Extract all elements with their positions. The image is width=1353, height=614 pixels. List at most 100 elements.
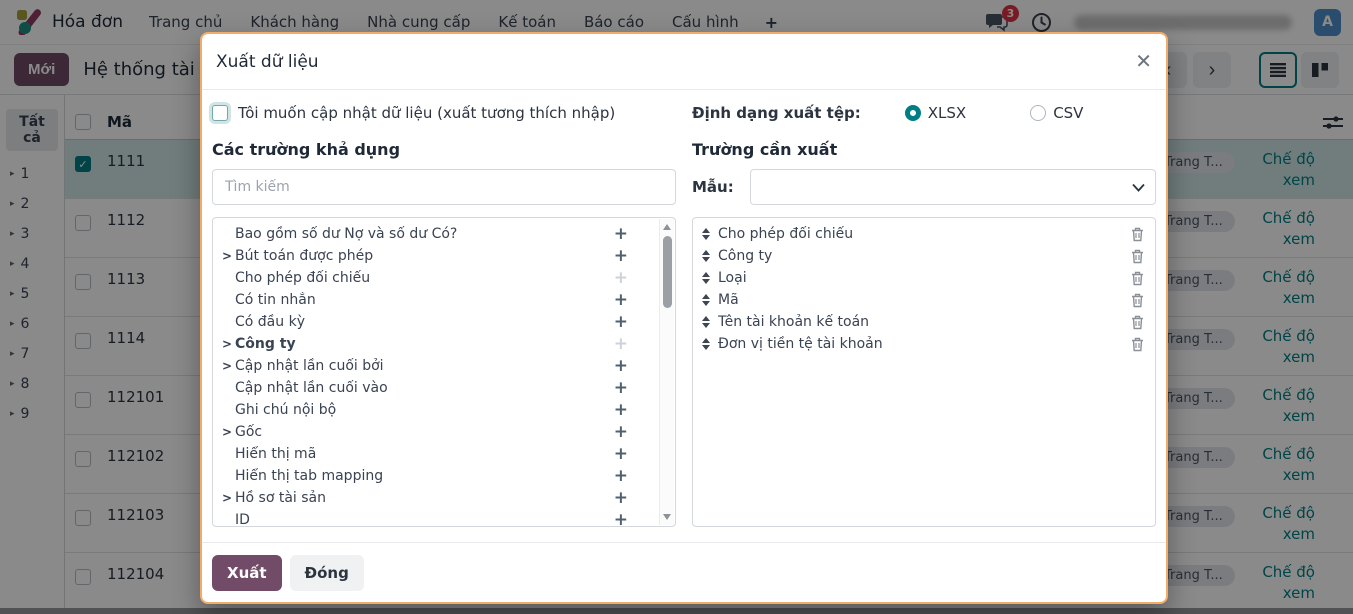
drag-sort-icon[interactable] (702, 250, 710, 262)
import-compatible-checkbox[interactable] (212, 105, 228, 121)
field-label: Công ty (235, 336, 614, 352)
available-fields-heading: Các trường khả dụng (212, 140, 676, 159)
add-field-icon[interactable]: + (614, 358, 628, 375)
export-field-item[interactable]: Mã (694, 289, 1154, 311)
export-field-label: Công ty (718, 248, 1131, 264)
field-label: ID (235, 512, 614, 527)
field-item[interactable]: >Hồ sơ tài sản+ (214, 487, 674, 509)
scrollbar[interactable] (659, 219, 674, 525)
chevron-down-icon (1132, 183, 1145, 192)
add-field-icon[interactable]: + (614, 248, 628, 265)
field-item[interactable]: Cho phép đối chiếu+ (214, 267, 674, 289)
remove-field-button[interactable] (1131, 337, 1144, 352)
dialog-title: Xuất dữ liệu (216, 52, 319, 72)
export-field-label: Đơn vị tiền tệ tài khoản (718, 336, 1131, 352)
dialog-header: Xuất dữ liệu ✕ (202, 34, 1166, 90)
export-fields-panel: Trường cần xuất Mẫu: (692, 126, 1156, 527)
export-field-label: Mã (718, 292, 1131, 308)
import-compatible-label: Tôi muốn cập nhật dữ liệu (xuất tương th… (238, 104, 615, 122)
field-item[interactable]: Bao gồm số dư Nợ và số dư Có?+ (214, 223, 674, 245)
export-format-group: Định dạng xuất tệp: XLSX CSV (692, 104, 1156, 122)
export-field-item[interactable]: Đơn vị tiền tệ tài khoản (694, 333, 1154, 355)
export-dialog: Xuất dữ liệu ✕ Tôi muốn cập nhật dữ liệu… (200, 32, 1168, 604)
add-field-icon[interactable]: + (614, 424, 628, 441)
field-item[interactable]: >Gốc+ (214, 421, 674, 443)
field-item[interactable]: Hiển thị tab mapping+ (214, 465, 674, 487)
remove-field-button[interactable] (1131, 249, 1144, 264)
export-format-label: Định dạng xuất tệp: (692, 104, 861, 122)
dialog-body: Tôi muốn cập nhật dữ liệu (xuất tương th… (202, 90, 1166, 542)
field-label: Ghi chú nội bộ (235, 402, 614, 418)
format-option-label: CSV (1053, 104, 1083, 122)
field-label: Có tin nhắn (235, 292, 614, 308)
add-field-icon[interactable]: + (614, 490, 628, 507)
field-item[interactable]: >Công ty+ (214, 333, 674, 355)
remove-field-button[interactable] (1131, 293, 1144, 308)
expand-caret-icon[interactable]: > (222, 491, 235, 505)
field-item[interactable]: ID+ (214, 509, 674, 527)
export-field-item[interactable]: Cho phép đối chiếu (694, 223, 1154, 245)
export-field-item[interactable]: Loại (694, 267, 1154, 289)
format-option-csv[interactable]: CSV (1030, 104, 1083, 122)
field-item[interactable]: Ghi chú nội bộ+ (214, 399, 674, 421)
field-label: Cho phép đối chiếu (235, 270, 614, 286)
close-button[interactable]: Đóng (290, 555, 364, 591)
export-field-item[interactable]: Tên tài khoản kế toán (694, 311, 1154, 333)
field-item[interactable]: Có đầu kỳ+ (214, 311, 674, 333)
field-item[interactable]: Cập nhật lần cuối vào+ (214, 377, 674, 399)
template-select[interactable] (750, 169, 1156, 205)
drag-sort-icon[interactable] (702, 272, 710, 284)
import-compatible-option: Tôi muốn cập nhật dữ liệu (xuất tương th… (212, 104, 676, 122)
field-item[interactable]: Có tin nhắn+ (214, 289, 674, 311)
format-option-xlsx[interactable]: XLSX (905, 104, 966, 122)
screen: Hóa đơn Trang chủ Khách hàng Nhà cung cấ… (0, 0, 1353, 614)
field-item[interactable]: >Cập nhật lần cuối bởi+ (214, 355, 674, 377)
export-fields-list: Cho phép đối chiếu Công ty Loại (692, 217, 1156, 527)
remove-field-button[interactable] (1131, 227, 1144, 242)
drag-sort-icon[interactable] (702, 338, 710, 350)
remove-field-button[interactable] (1131, 315, 1144, 330)
export-button[interactable]: Xuất (212, 555, 282, 591)
field-search-input[interactable] (212, 169, 676, 205)
add-field-icon-disabled: + (614, 270, 628, 287)
field-item[interactable]: >Bút toán được phép+ (214, 245, 674, 267)
scroll-thumb[interactable] (663, 236, 672, 308)
expand-caret-icon[interactable]: > (222, 425, 235, 439)
close-icon[interactable]: ✕ (1135, 52, 1152, 72)
drag-sort-icon[interactable] (702, 316, 710, 328)
export-field-item[interactable]: Công ty (694, 245, 1154, 267)
export-field-label: Loại (718, 270, 1131, 286)
radio-unselected-icon (1030, 105, 1046, 121)
export-field-label: Cho phép đối chiếu (718, 226, 1131, 242)
field-label: Hiển thị mã (235, 446, 614, 462)
add-field-icon[interactable]: + (614, 380, 628, 397)
field-label: Gốc (235, 424, 614, 440)
add-field-icon[interactable]: + (614, 512, 628, 528)
add-field-icon[interactable]: + (614, 292, 628, 309)
add-field-icon[interactable]: + (614, 402, 628, 419)
scroll-up-icon[interactable] (663, 224, 671, 230)
format-option-label: XLSX (928, 104, 966, 122)
add-field-icon[interactable]: + (614, 314, 628, 331)
scroll-down-icon[interactable] (663, 514, 671, 520)
expand-caret-icon[interactable]: > (222, 337, 235, 351)
add-field-icon[interactable]: + (614, 226, 628, 243)
trash-icon (1131, 249, 1144, 264)
drag-sort-icon[interactable] (702, 228, 710, 240)
export-fields-heading: Trường cần xuất (692, 140, 1156, 159)
expand-caret-icon[interactable]: > (222, 359, 235, 373)
field-label: Hồ sơ tài sản (235, 490, 614, 506)
template-label: Mẫu: (692, 178, 750, 196)
field-label: Cập nhật lần cuối vào (235, 380, 614, 396)
drag-sort-icon[interactable] (702, 294, 710, 306)
field-label: Cập nhật lần cuối bởi (235, 358, 614, 374)
field-label: Bao gồm số dư Nợ và số dư Có? (235, 226, 614, 242)
add-field-icon[interactable]: + (614, 468, 628, 485)
trash-icon (1131, 315, 1144, 330)
expand-caret-icon[interactable]: > (222, 249, 235, 263)
export-field-label: Tên tài khoản kế toán (718, 314, 1131, 330)
dialog-footer: Xuất Đóng (202, 542, 1166, 602)
field-item[interactable]: Hiển thị mã+ (214, 443, 674, 465)
remove-field-button[interactable] (1131, 271, 1144, 286)
add-field-icon[interactable]: + (614, 446, 628, 463)
